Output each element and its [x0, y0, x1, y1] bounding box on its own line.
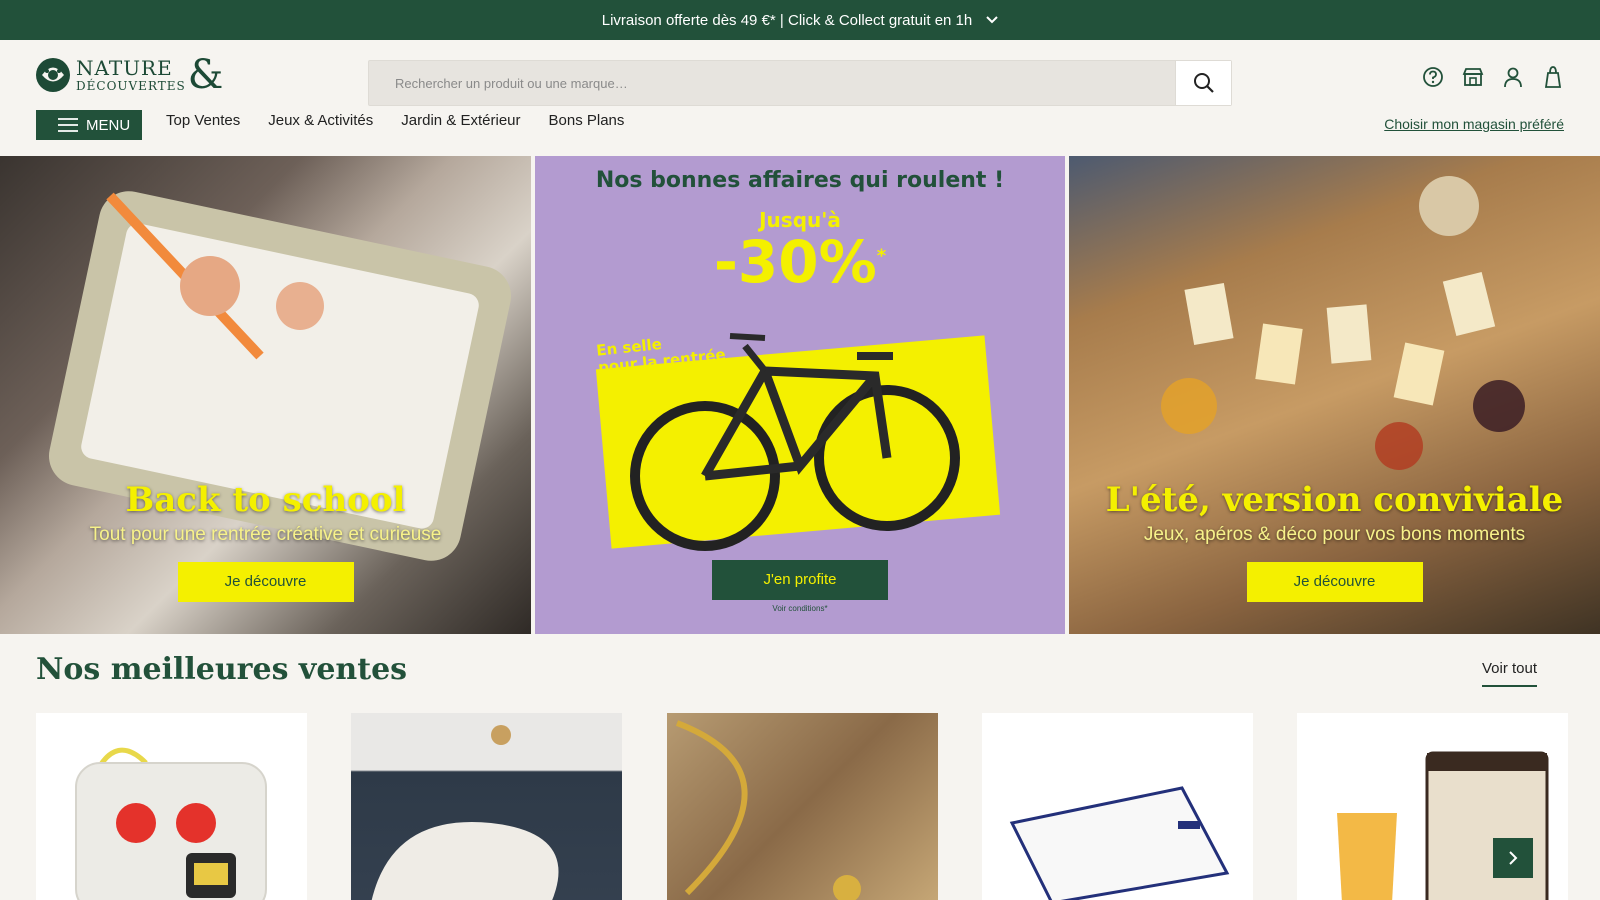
banner-ete-conviviale[interactable]: L'été, version conviviale Jeux, apéros &…	[1069, 156, 1600, 634]
product-card[interactable]	[36, 713, 307, 900]
main-nav: Top Ventes Jeux & Activités Jardin & Ext…	[166, 112, 624, 129]
hamburger-icon	[58, 118, 78, 132]
account-icon[interactable]	[1502, 64, 1524, 90]
cart-icon[interactable]	[1542, 64, 1564, 90]
logo-text-decouvertes: DÉCOUVERTES	[76, 79, 186, 93]
banner-left-cta-button[interactable]: Je découvre	[177, 562, 354, 602]
banner-right-subtitle: Jeux, apéros & déco pour vos bons moment…	[1143, 524, 1526, 545]
logo-text-nature: NATURE	[76, 56, 173, 80]
silk-pillow-image	[371, 725, 559, 900]
site-header: NATURE DÉCOUVERTES & MENU Top	[0, 40, 1600, 156]
menu-label: MENU	[86, 116, 131, 134]
banner-right-title: L'été, version conviviale	[1105, 480, 1564, 520]
search-button[interactable]	[1175, 61, 1231, 105]
bestsellers-title: Nos meilleures ventes	[36, 652, 408, 687]
product-card[interactable]	[351, 713, 622, 900]
search-input[interactable]	[369, 61, 1173, 105]
kids-speaker-image	[75, 747, 267, 900]
product-carousel	[36, 713, 1568, 900]
search-bar	[368, 60, 1232, 106]
banner-middle-cta-button[interactable]: J'en profite	[712, 560, 888, 600]
towel-image	[1009, 786, 1230, 900]
conditions-link[interactable]: Voir conditions*	[535, 604, 1065, 613]
search-icon	[1193, 73, 1214, 93]
help-icon[interactable]	[1422, 64, 1444, 90]
banner-left-subtitle: Tout pour une rentrée créative et curieu…	[89, 524, 442, 545]
carousel-next-button[interactable]	[1493, 838, 1533, 878]
see-all-link[interactable]: Voir tout	[1482, 660, 1538, 687]
announcement-bar[interactable]: Livraison offerte dès 49 €* | Click & Co…	[0, 0, 1600, 40]
turtle-logo-icon	[36, 58, 70, 92]
nav-item-jardin-exterieur[interactable]: Jardin & Extérieur	[401, 112, 520, 129]
home-decor-image	[675, 720, 861, 900]
header-icons	[1422, 64, 1564, 90]
product-card[interactable]	[982, 713, 1253, 900]
menu-button[interactable]: MENU	[36, 110, 142, 140]
logo-ampersand: &	[187, 52, 224, 98]
banner-right-cta-button[interactable]: Je découvre	[1246, 562, 1423, 602]
nav-item-top-ventes[interactable]: Top Ventes	[166, 112, 240, 129]
bicycle-image	[630, 333, 960, 551]
choose-store-link[interactable]: Choisir mon magasin préféré	[1384, 116, 1564, 132]
nav-item-jeux-activites[interactable]: Jeux & Activités	[268, 112, 373, 129]
banner-back-to-school[interactable]: Back to school Tout pour une rentrée cré…	[0, 156, 531, 634]
store-icon[interactable]	[1462, 64, 1484, 90]
chevron-down-icon[interactable]	[986, 16, 998, 24]
banner-middle-headline: Nos bonnes affaires qui roulent !	[595, 168, 1005, 193]
chevron-right-icon	[1509, 851, 1518, 865]
discount-asterisk: *	[876, 245, 887, 267]
hero-banners: Back to school Tout pour une rentrée cré…	[0, 156, 1600, 634]
banner-bonnes-affaires[interactable]: Nos bonnes affaires qui roulent ! Jusqu'…	[535, 156, 1065, 634]
banner-left-title: Back to school	[125, 480, 406, 520]
product-card[interactable]	[667, 713, 938, 900]
announcement-text: Livraison offerte dès 49 €* | Click & Co…	[601, 11, 973, 29]
nav-item-bons-plans[interactable]: Bons Plans	[549, 112, 625, 129]
site-logo[interactable]: NATURE DÉCOUVERTES &	[34, 52, 223, 98]
